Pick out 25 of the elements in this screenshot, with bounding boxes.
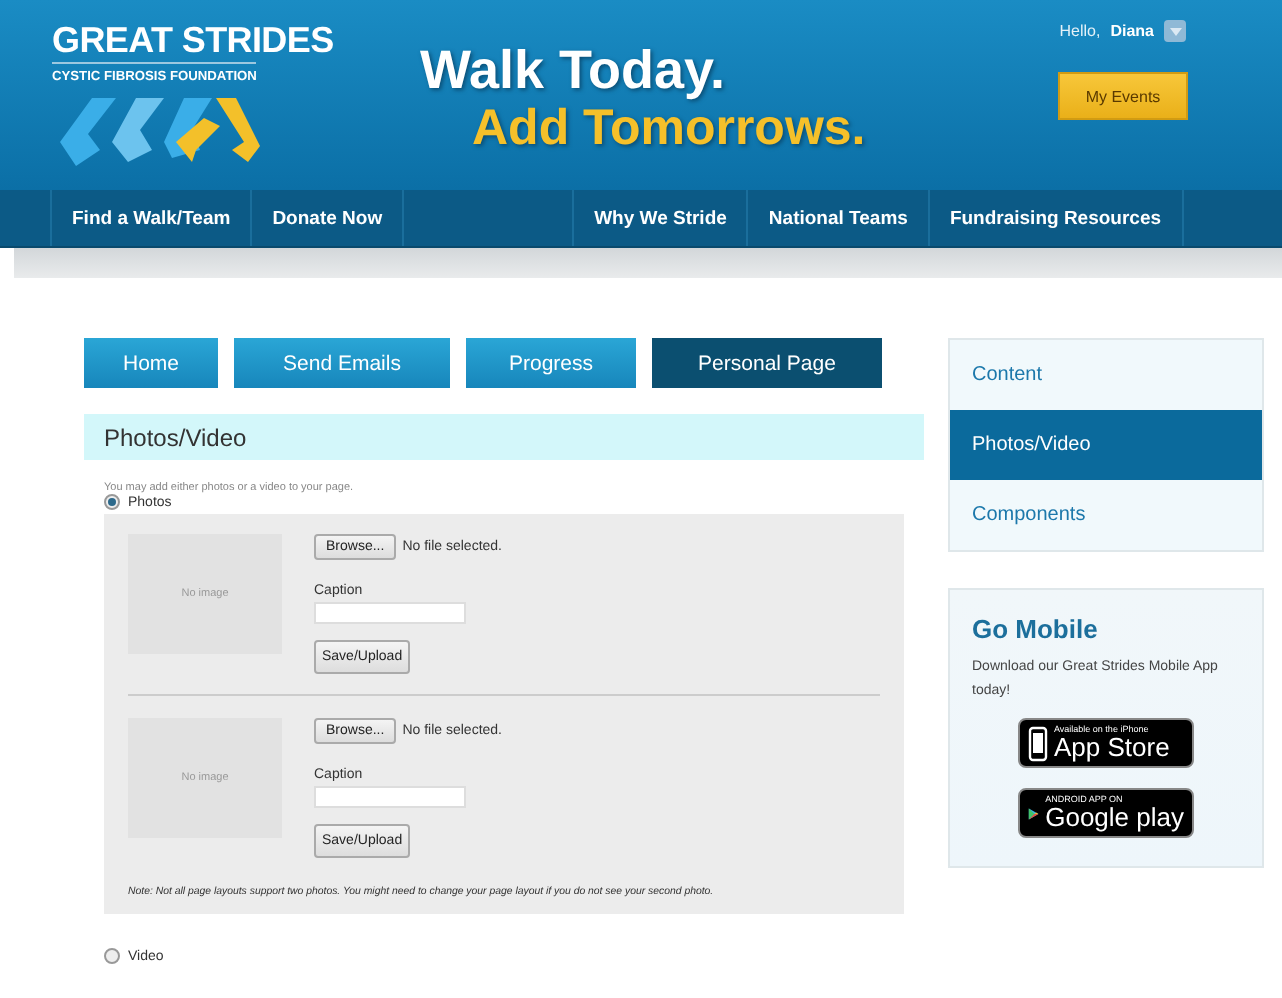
tagline: Add Tomorrows. [470, 100, 866, 156]
menu-item[interactable]: Components [950, 480, 1262, 550]
radio-button[interactable] [104, 494, 120, 510]
menu-item[interactable]: Photos/Video [950, 410, 1262, 480]
user-menu-icon[interactable] [1164, 20, 1186, 42]
logo-title: GREAT STRIDES [52, 20, 336, 60]
section-title: Photos/Video [84, 414, 924, 460]
caption-input[interactable] [314, 602, 466, 624]
card-title: Go Mobile [972, 614, 1098, 644]
nav-link[interactable]: Fundraising Resources [927, 190, 1184, 246]
badge-title: App Store [1054, 734, 1170, 762]
my-events-button[interactable]: My Events [1058, 72, 1188, 120]
caption-input[interactable] [314, 786, 466, 808]
tagline: Walk Today. [420, 40, 728, 100]
radio-button[interactable] [104, 948, 120, 964]
user-name[interactable]: Diana [1110, 22, 1154, 40]
nav-link[interactable]: Why We Stride [572, 190, 747, 246]
badge-title: Google play [1045, 804, 1184, 832]
nav-link[interactable]: Donate Now [250, 190, 403, 246]
phone-icon [1028, 725, 1048, 761]
menu-item[interactable]: Content [950, 340, 1262, 410]
greeting: Hello, [1059, 22, 1101, 40]
nav-link[interactable]: Find a Walk/Team [50, 190, 251, 246]
tab[interactable]: Personal Page [652, 338, 882, 388]
nav-link[interactable]: National Teams [746, 190, 928, 246]
